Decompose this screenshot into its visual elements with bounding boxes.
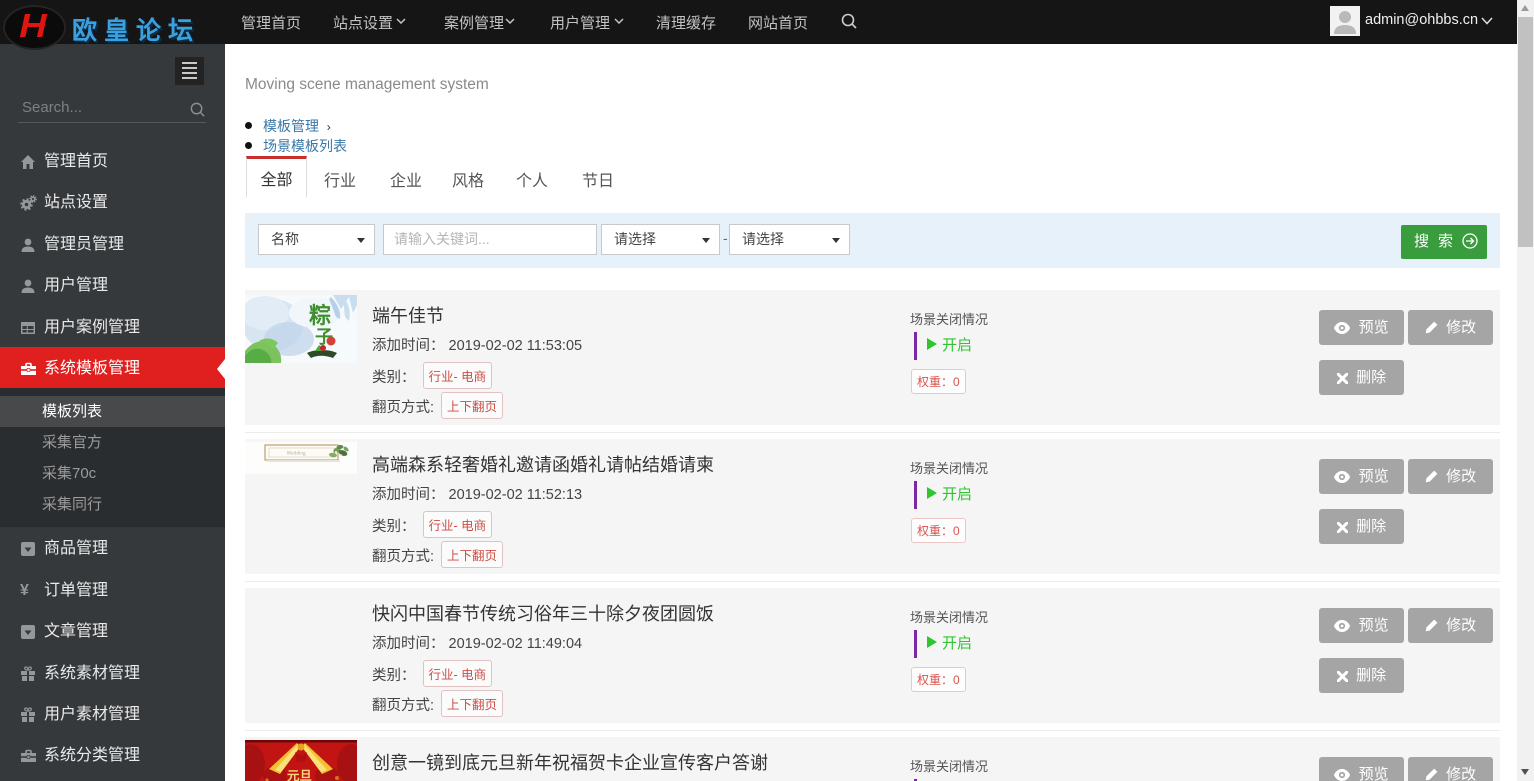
svg-text:元旦: 元旦 <box>287 765 312 781</box>
svg-text:Wedding: Wedding <box>287 450 306 457</box>
